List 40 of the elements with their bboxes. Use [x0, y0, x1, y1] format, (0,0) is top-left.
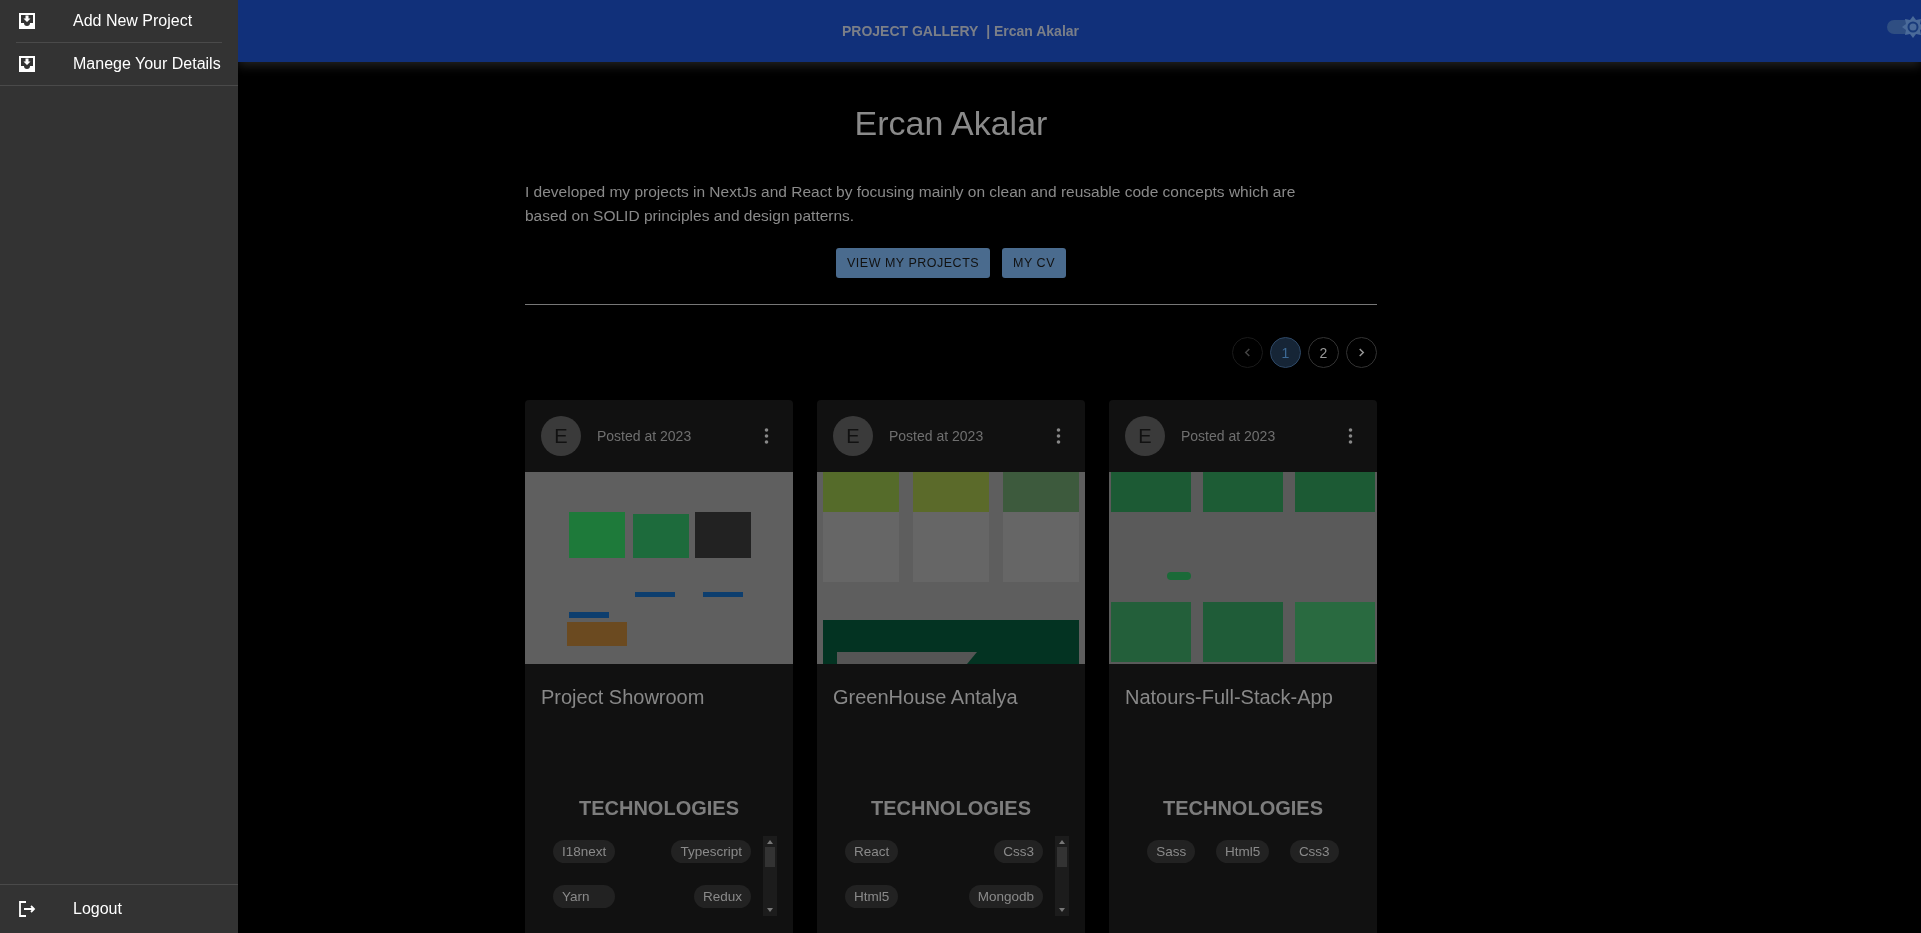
more-icon[interactable]	[764, 428, 769, 444]
scrollbar[interactable]	[763, 836, 777, 916]
scroll-up-icon[interactable]	[766, 839, 774, 845]
drawer-item[interactable]: Add New Project	[16, 0, 222, 43]
drawer-item[interactable]: Manege Your Details	[0, 43, 238, 86]
tech-chip: Css3	[994, 840, 1043, 863]
tech-chip: Html5	[1215, 840, 1270, 863]
post-date: Posted at 2023	[597, 428, 693, 444]
section-heading: TECHNOLOGIES	[1162, 797, 1324, 820]
post-date: Posted at 2023	[889, 428, 985, 444]
chevron-right-icon	[1357, 348, 1366, 357]
tech-chip: Redux	[693, 885, 751, 908]
tech-chip: Css3	[1289, 840, 1339, 863]
project-title: Natours-Full-Stack-App	[1124, 685, 1334, 710]
inbox-download-icon	[18, 55, 36, 73]
project-title: GreenHouse Antalya	[832, 685, 1019, 710]
logout-icon	[18, 900, 36, 918]
project-title: Project Showroom	[540, 685, 706, 710]
tech-chip: Yarn	[553, 885, 616, 908]
bio-text: I developed my projects in NextJs and React by focusing mainly on clean and reusable code concepts which are based on SOLID principles and design patterns.	[525, 182, 1297, 226]
more-icon[interactable]	[1348, 428, 1353, 444]
inbox-download-icon	[18, 12, 36, 30]
tech-chip: Typescript	[671, 840, 751, 863]
tech-chip: Html5	[845, 885, 899, 908]
scroll-up-icon[interactable]	[1058, 839, 1066, 845]
drawer-item[interactable]: Logout	[0, 884, 238, 933]
tech-chip: I18next	[553, 840, 616, 863]
post-date: Posted at 2023	[1181, 428, 1277, 444]
scroll-down-icon[interactable]	[766, 907, 774, 913]
tech-chip: Mongodb	[968, 885, 1043, 908]
scroll-down-icon[interactable]	[1058, 907, 1066, 913]
scrollbar[interactable]	[1055, 836, 1069, 916]
tech-chip: Sass	[1147, 840, 1196, 863]
section-heading: TECHNOLOGIES	[870, 797, 1032, 820]
app-title: PROJECT GALLERY | Ercan Akalar	[841, 23, 1080, 39]
chevron-left-icon	[1243, 348, 1252, 357]
tech-chip: React	[845, 840, 899, 863]
profile-name: Ercan Akalar	[853, 104, 1049, 143]
section-heading: TECHNOLOGIES	[578, 797, 740, 820]
more-icon[interactable]	[1056, 428, 1061, 444]
